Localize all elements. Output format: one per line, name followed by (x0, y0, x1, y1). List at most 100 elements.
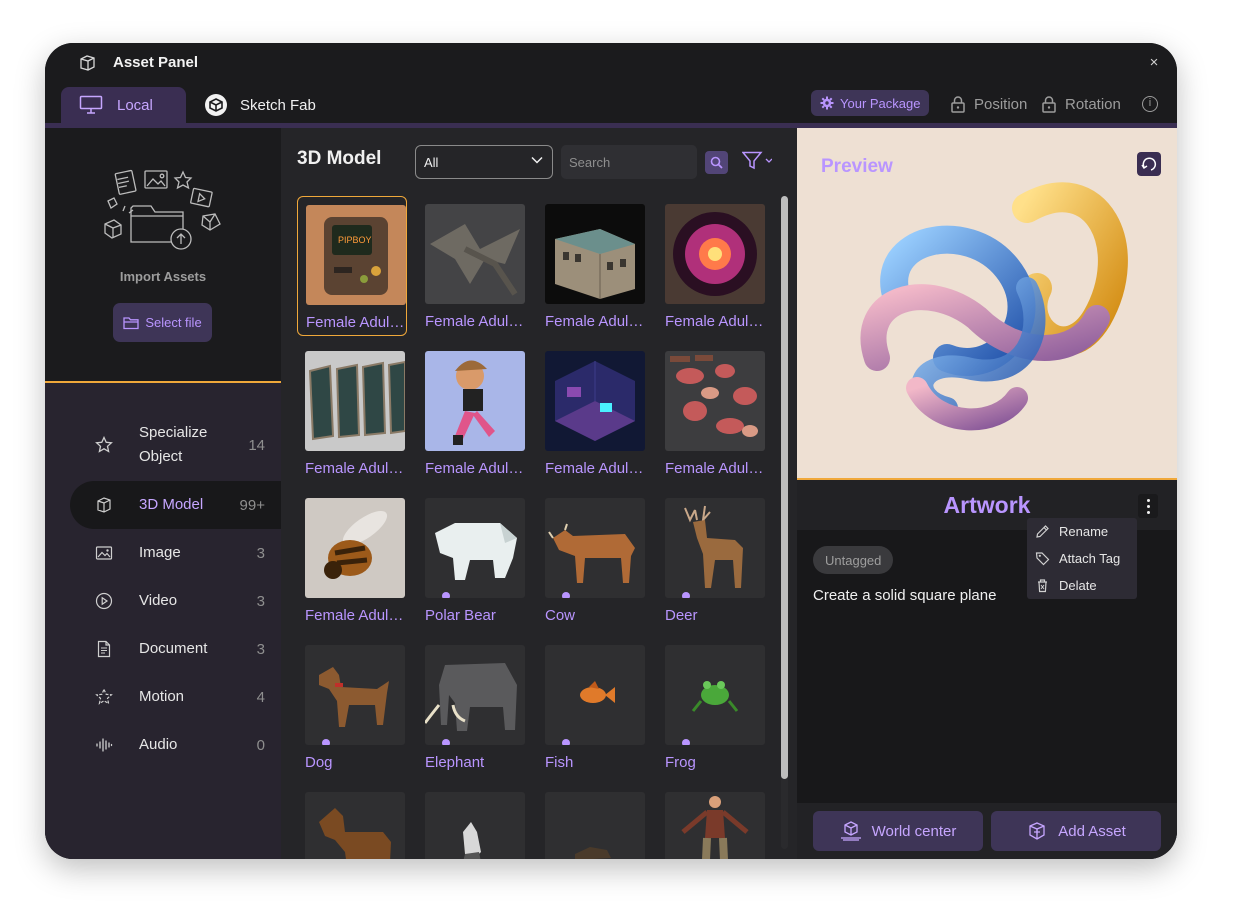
search-button[interactable] (705, 151, 728, 174)
model-card[interactable]: Dog (297, 637, 407, 777)
model-card[interactable]: Female Adult Character (417, 343, 527, 483)
model-card[interactable]: Female Adult Character (417, 196, 527, 336)
category-specialize-object[interactable]: Specialize Object 14 (70, 417, 281, 473)
menu-item-delete[interactable]: Delate (1035, 572, 1097, 599)
model-card[interactable]: Female Adult Character (657, 343, 767, 483)
import-assets-label: Import Assets (119, 269, 207, 284)
thumbnail-energy-orb (665, 204, 765, 304)
thumbnail-signboards (305, 351, 405, 451)
rotate-icon (1141, 157, 1157, 171)
category-count: 3 (256, 640, 265, 658)
folder-icon (123, 316, 139, 329)
grid-title: 3D Model (297, 148, 382, 169)
model-card[interactable]: PIPBOY Female Adult Character (297, 196, 408, 336)
category-filter-dropdown[interactable]: All (415, 145, 553, 179)
model-name: Elephant (425, 754, 485, 771)
model-card[interactable]: Female Adult Character (297, 343, 407, 483)
scrollbar-thumb[interactable] (781, 196, 788, 779)
add-asset-label: Add Asset (1058, 822, 1126, 840)
category-document[interactable]: Document 3 (70, 625, 281, 673)
category-motion[interactable]: Motion 4 (70, 673, 281, 721)
thumbnail-polar-bear (425, 498, 525, 598)
world-center-button[interactable]: World center (813, 811, 983, 851)
model-card[interactable]: Female Adult Character (297, 490, 407, 630)
preview-viewport[interactable]: Preview (797, 128, 1177, 480)
model-card[interactable]: Female Adult Character (657, 196, 767, 336)
filter-icon (741, 151, 773, 170)
category-audio[interactable]: Audio 0 (70, 721, 281, 769)
select-file-label: Select file (145, 315, 202, 330)
thumbnail-bee (305, 498, 405, 598)
menu-item-rename[interactable]: Rename (1035, 518, 1108, 545)
context-menu: Rename Attach Tag Delate (1027, 518, 1137, 599)
category-count: 99+ (239, 496, 265, 514)
audio-wave-icon (96, 738, 113, 752)
category-video[interactable]: Video 3 (70, 577, 281, 625)
thumbnail-deer (665, 498, 765, 598)
category-3d-model[interactable]: 3D Model 99+ (70, 481, 281, 529)
add-asset-button[interactable]: Add Asset (991, 811, 1161, 851)
category-label: Video (139, 592, 178, 609)
your-package-label: Your Package (840, 95, 921, 111)
close-button[interactable]: × (1143, 52, 1165, 74)
model-name: Polar Bear (425, 607, 496, 624)
category-label: Motion (139, 688, 185, 705)
lock-icon (1042, 96, 1056, 113)
category-label: Audio (139, 736, 178, 753)
import-assets-area: Import Assets Select file (45, 128, 281, 383)
menu-item-attach-tag[interactable]: Attach Tag (1035, 545, 1120, 572)
tag-chip[interactable]: Untagged (813, 546, 894, 574)
model-name: Deer (665, 607, 698, 624)
category-label: Document (139, 640, 208, 657)
select-file-button[interactable]: Select file (113, 303, 212, 342)
category-image[interactable]: Image 3 (70, 529, 281, 577)
thumbnail-cartoon-girl (425, 351, 525, 451)
thumbnail-pipboy-device: PIPBOY (306, 205, 406, 305)
model-card[interactable]: Polar Bear (417, 490, 527, 630)
tab-sketch-fab[interactable]: Sketch Fab (205, 87, 316, 123)
artwork-title: Artwork (943, 492, 1031, 518)
thumbnail-dog (305, 645, 405, 745)
category-label: Specialize Object (139, 424, 208, 465)
your-package-button[interactable]: Your Package (811, 90, 930, 116)
cube-icon (97, 497, 111, 513)
model-card[interactable]: Frog (657, 637, 767, 777)
thumbnail-animal (545, 792, 645, 859)
animated-indicator-dot (442, 592, 450, 598)
image-icon (95, 546, 113, 560)
svg-text:PIPBOY: PIPBOY (338, 235, 372, 245)
document-icon (97, 640, 111, 658)
thumbnail-dragon (425, 204, 525, 304)
category-list: Specialize Object 14 3D Model 99+ Image … (45, 383, 281, 859)
search-input[interactable] (561, 145, 697, 179)
thumbnail-frog (665, 645, 765, 745)
thumbnail-meat-props (665, 351, 765, 451)
model-card[interactable]: Elephant (417, 637, 527, 777)
monitor-icon (79, 95, 103, 114)
kebab-dot (1146, 504, 1150, 508)
rotation-lock-toggle[interactable]: Rotation (1042, 96, 1121, 113)
trash-icon (1038, 579, 1047, 593)
tab-local[interactable]: Local (61, 87, 186, 123)
model-card[interactable]: Cow (537, 490, 647, 630)
info-icon[interactable]: i (1142, 96, 1158, 112)
model-name: Cow (545, 607, 576, 624)
filter-button[interactable] (741, 151, 773, 176)
model-card[interactable]: Female Adult Character (537, 343, 647, 483)
category-count: 4 (256, 688, 265, 706)
model-card[interactable] (297, 784, 407, 859)
model-card[interactable] (657, 784, 767, 859)
model-name: Female Adult Character (305, 607, 407, 624)
more-options-button[interactable] (1138, 494, 1158, 518)
model-card[interactable] (537, 784, 647, 859)
model-card[interactable]: Fish (537, 637, 647, 777)
category-count: 3 (256, 592, 265, 610)
animated-indicator-dot (562, 592, 570, 598)
position-lock-toggle[interactable]: Position (951, 96, 1027, 113)
import-assets-illustration-icon (104, 169, 221, 250)
menu-item-label: Attach Tag (1059, 551, 1121, 566)
model-card[interactable]: Deer (657, 490, 767, 630)
model-card[interactable]: Female Adult Character (537, 196, 647, 336)
model-card[interactable] (417, 784, 527, 859)
reset-view-button[interactable] (1137, 152, 1161, 176)
